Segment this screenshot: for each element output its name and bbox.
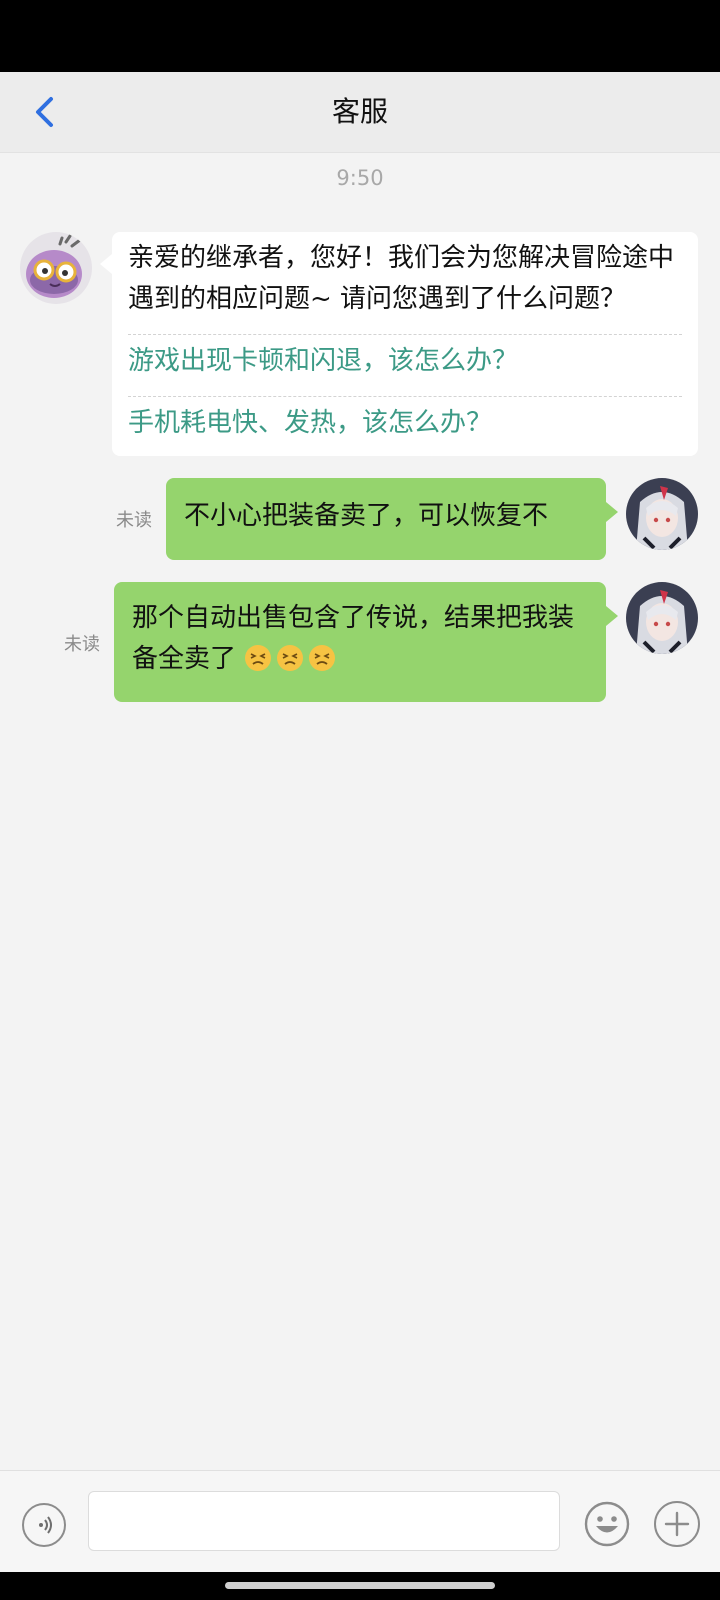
- status-bar: [0, 0, 720, 72]
- support-message-text: 亲爱的继承者，您好！我们会为您解决冒险途中遇到的相应问题~ 请问您遇到了什么问题…: [128, 243, 675, 314]
- nav-bar: 客服: [0, 72, 720, 153]
- user-message-text: 那个自动出售包含了传说，结果把我装备全卖了: [132, 603, 575, 674]
- unread-status: 未读: [116, 510, 152, 531]
- message-input[interactable]: [88, 1491, 560, 1551]
- user-message-text: 不小心把装备卖了，可以恢复不: [184, 501, 549, 531]
- persevering-face-icon: [309, 645, 336, 671]
- home-indicator[interactable]: [225, 1582, 495, 1589]
- voice-icon: [39, 1516, 52, 1534]
- more-button[interactable]: [654, 1501, 700, 1547]
- system-nav-area: [0, 1572, 720, 1600]
- user-message-bubble: 那个自动出售包含了传说，结果把我装备全卖了: [114, 582, 618, 702]
- user-avatar: [626, 478, 698, 550]
- faq-link-battery-heat[interactable]: 手机耗电快、发热，该怎么办？: [128, 397, 682, 444]
- input-bar: [0, 1470, 720, 1573]
- user-message-bubble: 不小心把装备卖了，可以恢复不: [166, 478, 618, 560]
- persevering-face-icon: [245, 645, 272, 671]
- support-message-bubble: 亲爱的继承者，您好！我们会为您解决冒险途中遇到的相应问题~ 请问您遇到了什么问题…: [100, 232, 698, 456]
- persevering-face-icon: [277, 645, 304, 671]
- voice-input-button[interactable]: [22, 1503, 66, 1547]
- message-timestamp: 9:50: [336, 166, 384, 190]
- smiley-icon: [584, 1501, 630, 1547]
- faq-link-lag-crash[interactable]: 游戏出现卡顿和闪退，该怎么办？: [128, 335, 682, 382]
- plus-icon: [664, 1511, 690, 1537]
- support-avatar: [20, 232, 92, 304]
- unread-status: 未读: [64, 634, 100, 655]
- user-avatar: [626, 582, 698, 654]
- page-title: 客服: [331, 95, 388, 128]
- emoji-button[interactable]: [584, 1501, 630, 1547]
- emoji-row: [244, 644, 340, 674]
